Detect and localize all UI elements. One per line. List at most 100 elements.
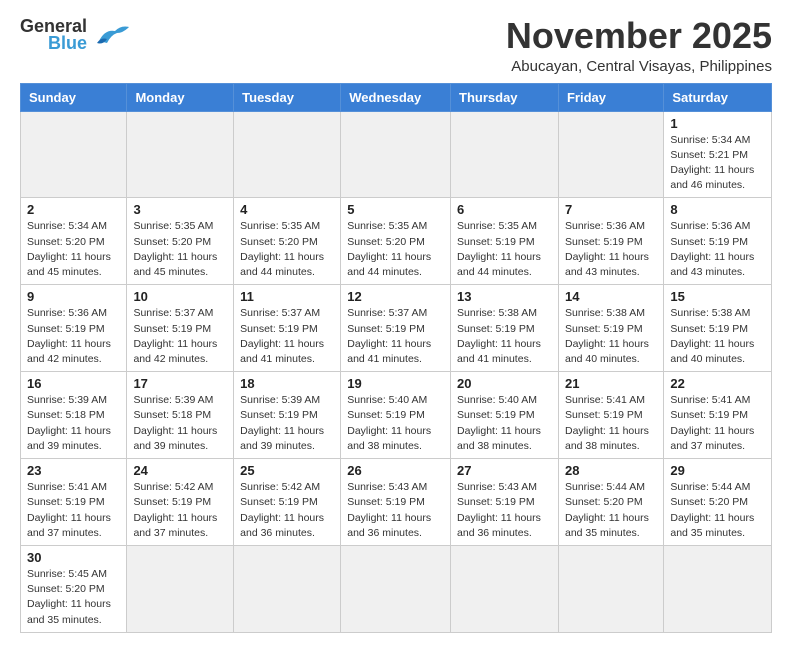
weekday-header-row: SundayMondayTuesdayWednesdayThursdayFrid… [21, 83, 772, 111]
day-info: Sunrise: 5:39 AMSunset: 5:18 PMDaylight:… [133, 393, 227, 454]
day-number: 22 [670, 376, 765, 391]
weekday-header-tuesday: Tuesday [234, 83, 341, 111]
calendar-cell: 2 Sunrise: 5:34 AMSunset: 5:20 PMDaylight… [21, 198, 127, 285]
calendar-cell [558, 111, 663, 198]
day-number: 1 [670, 116, 765, 131]
day-info: Sunrise: 5:34 AMSunset: 5:21 PMDaylight:… [670, 133, 765, 194]
calendar-cell: 12Sunrise: 5:37 AMSunset: 5:19 PMDayligh… [341, 285, 451, 372]
day-info: Sunrise: 5:37 AMSunset: 5:19 PMDaylight:… [133, 306, 227, 367]
day-info: Sunrise: 5:35 AMSunset: 5:20 PMDaylight:… [133, 219, 227, 280]
day-info: Sunrise: 5:34 AMSunset: 5:20 PMDaylight:… [27, 219, 120, 280]
calendar-row-1: 2 Sunrise: 5:34 AMSunset: 5:20 PMDaylight… [21, 198, 772, 285]
weekday-header-friday: Friday [558, 83, 663, 111]
day-info: Sunrise: 5:36 AMSunset: 5:19 PMDaylight:… [565, 219, 657, 280]
calendar-cell: 6 Sunrise: 5:35 AMSunset: 5:19 PMDaylight… [451, 198, 559, 285]
day-number: 29 [670, 463, 765, 478]
calendar-cell: 25 Sunrise: 5:42 AMSunset: 5:19 PMDayligh… [234, 459, 341, 546]
calendar-cell: 24 Sunrise: 5:42 AMSunset: 5:19 PMDayligh… [127, 459, 234, 546]
day-info: Sunrise: 5:44 AMSunset: 5:20 PMDaylight:… [565, 480, 657, 541]
calendar-cell: 16 Sunrise: 5:39 AMSunset: 5:18 PMDayligh… [21, 372, 127, 459]
day-number: 10 [133, 289, 227, 304]
day-number: 27 [457, 463, 552, 478]
calendar-cell [234, 111, 341, 198]
day-info: Sunrise: 5:38 AMSunset: 5:19 PMDaylight:… [565, 306, 657, 367]
calendar-cell: 21Sunrise: 5:41 AMSunset: 5:19 PMDayligh… [558, 372, 663, 459]
calendar-cell: 15 Sunrise: 5:38 AMSunset: 5:19 PMDayligh… [664, 285, 772, 372]
day-info: Sunrise: 5:40 AMSunset: 5:19 PMDaylight:… [347, 393, 444, 454]
calendar-table: SundayMondayTuesdayWednesdayThursdayFrid… [20, 83, 772, 633]
logo: General Blue [20, 16, 129, 54]
calendar-cell: 9 Sunrise: 5:36 AMSunset: 5:19 PMDaylight… [21, 285, 127, 372]
day-info: Sunrise: 5:35 AMSunset: 5:20 PMDaylight:… [347, 219, 444, 280]
calendar-cell [558, 545, 663, 632]
calendar-cell: 23Sunrise: 5:41 AMSunset: 5:19 PMDayligh… [21, 459, 127, 546]
calendar-cell [341, 545, 451, 632]
location-title: Abucayan, Central Visayas, Philippines [506, 58, 772, 75]
calendar-cell: 27 Sunrise: 5:43 AMSunset: 5:19 PMDayligh… [451, 459, 559, 546]
calendar-cell: 3 Sunrise: 5:35 AMSunset: 5:20 PMDaylight… [127, 198, 234, 285]
day-info: Sunrise: 5:38 AMSunset: 5:19 PMDaylight:… [670, 306, 765, 367]
day-info: Sunrise: 5:35 AMSunset: 5:19 PMDaylight:… [457, 219, 552, 280]
calendar-cell: 1 Sunrise: 5:34 AMSunset: 5:21 PMDaylight… [664, 111, 772, 198]
day-number: 28 [565, 463, 657, 478]
calendar-cell: 30 Sunrise: 5:45 AMSunset: 5:20 PMDayligh… [21, 545, 127, 632]
weekday-header-sunday: Sunday [21, 83, 127, 111]
day-number: 3 [133, 202, 227, 217]
calendar-cell [234, 545, 341, 632]
calendar-cell: 18Sunrise: 5:39 AMSunset: 5:19 PMDayligh… [234, 372, 341, 459]
calendar-cell [127, 111, 234, 198]
day-info: Sunrise: 5:43 AMSunset: 5:19 PMDaylight:… [457, 480, 552, 541]
day-info: Sunrise: 5:45 AMSunset: 5:20 PMDaylight:… [27, 567, 120, 628]
calendar-cell [451, 545, 559, 632]
calendar-cell: 14Sunrise: 5:38 AMSunset: 5:19 PMDayligh… [558, 285, 663, 372]
weekday-header-thursday: Thursday [451, 83, 559, 111]
day-info: Sunrise: 5:36 AMSunset: 5:19 PMDaylight:… [27, 306, 120, 367]
calendar-cell [664, 545, 772, 632]
day-number: 9 [27, 289, 120, 304]
day-number: 24 [133, 463, 227, 478]
day-number: 11 [240, 289, 334, 304]
calendar-cell: 5Sunrise: 5:35 AMSunset: 5:20 PMDaylight… [341, 198, 451, 285]
logo-bird-icon [91, 21, 129, 49]
calendar-row-2: 9 Sunrise: 5:36 AMSunset: 5:19 PMDaylight… [21, 285, 772, 372]
calendar-row-4: 23Sunrise: 5:41 AMSunset: 5:19 PMDayligh… [21, 459, 772, 546]
day-info: Sunrise: 5:42 AMSunset: 5:19 PMDaylight:… [240, 480, 334, 541]
day-number: 15 [670, 289, 765, 304]
day-info: Sunrise: 5:41 AMSunset: 5:19 PMDaylight:… [670, 393, 765, 454]
calendar-cell: 10 Sunrise: 5:37 AMSunset: 5:19 PMDayligh… [127, 285, 234, 372]
day-info: Sunrise: 5:35 AMSunset: 5:20 PMDaylight:… [240, 219, 334, 280]
day-number: 8 [670, 202, 765, 217]
day-number: 16 [27, 376, 120, 391]
calendar-cell: 29Sunrise: 5:44 AMSunset: 5:20 PMDayligh… [664, 459, 772, 546]
day-number: 25 [240, 463, 334, 478]
day-number: 7 [565, 202, 657, 217]
calendar-cell [341, 111, 451, 198]
day-number: 6 [457, 202, 552, 217]
calendar-cell: 8Sunrise: 5:36 AMSunset: 5:19 PMDaylight… [664, 198, 772, 285]
calendar-cell: 11 Sunrise: 5:37 AMSunset: 5:19 PMDayligh… [234, 285, 341, 372]
day-info: Sunrise: 5:42 AMSunset: 5:19 PMDaylight:… [133, 480, 227, 541]
day-info: Sunrise: 5:37 AMSunset: 5:19 PMDaylight:… [240, 306, 334, 367]
day-number: 4 [240, 202, 334, 217]
calendar-cell [451, 111, 559, 198]
day-number: 17 [133, 376, 227, 391]
day-number: 19 [347, 376, 444, 391]
title-area: November 2025 Abucayan, Central Visayas,… [506, 16, 772, 75]
calendar-cell: 22 Sunrise: 5:41 AMSunset: 5:19 PMDayligh… [664, 372, 772, 459]
day-info: Sunrise: 5:37 AMSunset: 5:19 PMDaylight:… [347, 306, 444, 367]
header: General Blue November 2025 Abucayan, Cen… [20, 16, 772, 75]
calendar-cell: 7 Sunrise: 5:36 AMSunset: 5:19 PMDaylight… [558, 198, 663, 285]
day-info: Sunrise: 5:43 AMSunset: 5:19 PMDaylight:… [347, 480, 444, 541]
day-number: 21 [565, 376, 657, 391]
day-number: 23 [27, 463, 120, 478]
day-info: Sunrise: 5:39 AMSunset: 5:18 PMDaylight:… [27, 393, 120, 454]
calendar-cell: 20Sunrise: 5:40 AMSunset: 5:19 PMDayligh… [451, 372, 559, 459]
month-title: November 2025 [506, 16, 772, 56]
day-number: 20 [457, 376, 552, 391]
calendar-cell: 17 Sunrise: 5:39 AMSunset: 5:18 PMDayligh… [127, 372, 234, 459]
calendar-row-5: 30 Sunrise: 5:45 AMSunset: 5:20 PMDayligh… [21, 545, 772, 632]
logo-blue: Blue [48, 33, 87, 54]
calendar-cell: 4 Sunrise: 5:35 AMSunset: 5:20 PMDaylight… [234, 198, 341, 285]
day-number: 2 [27, 202, 120, 217]
day-number: 30 [27, 550, 120, 565]
